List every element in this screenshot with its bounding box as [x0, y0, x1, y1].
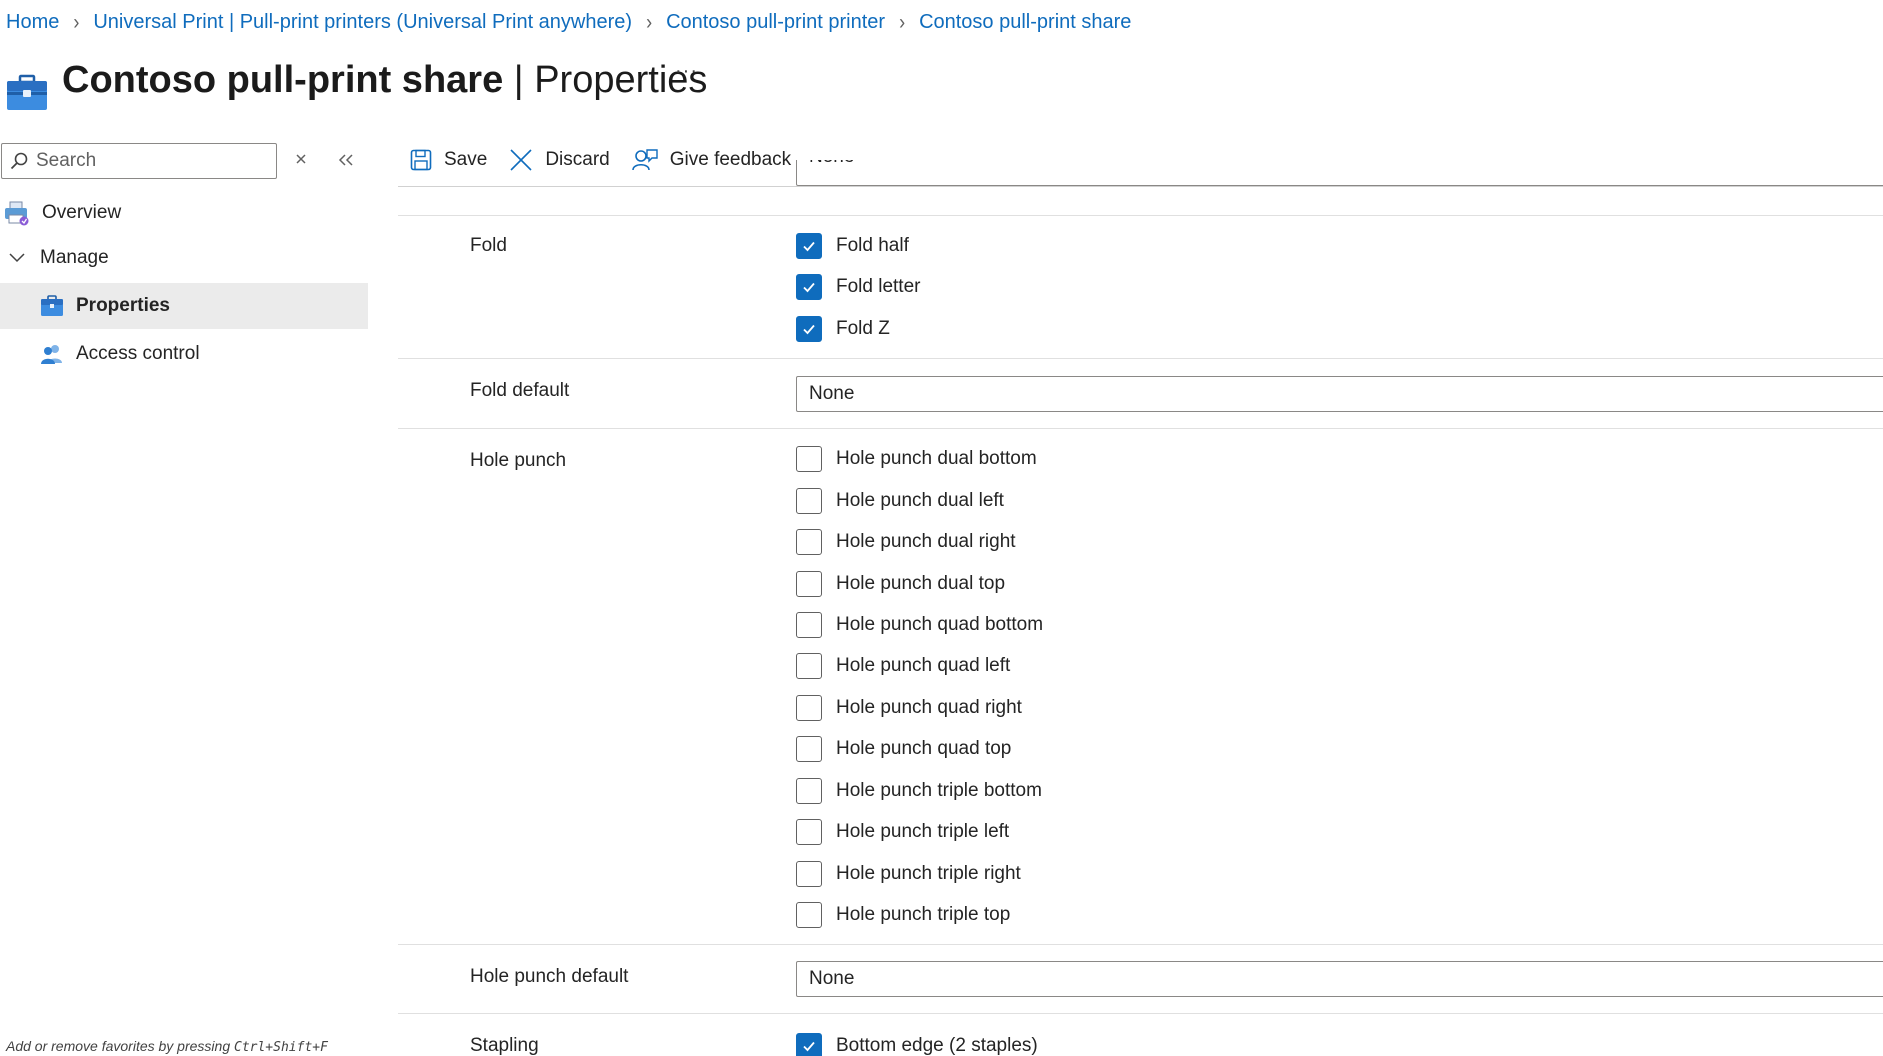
hole-punch-triple-right-checkbox[interactable]: Hole punch triple right [796, 859, 1021, 889]
checkbox-box [796, 316, 822, 342]
breadcrumb-share-link[interactable]: Contoso pull-print share [919, 11, 1131, 34]
hole-punch-quad-right-checkbox[interactable]: Hole punch quad right [796, 693, 1022, 723]
chevron-right-icon: › [73, 9, 80, 34]
checkbox-box [796, 653, 822, 679]
partial-row-label [470, 163, 590, 177]
checkbox-box [796, 778, 822, 804]
hole-punch-triple-left-checkbox[interactable]: Hole punch triple left [796, 817, 1009, 847]
stapling-bottom-edge-2-checkbox[interactable]: Bottom edge (2 staples) [796, 1031, 1038, 1056]
clear-search-button[interactable] [290, 148, 312, 170]
checkbox-box [796, 529, 822, 555]
favorites-hint: Add or remove favorites by pressing Ctrl… [6, 1038, 328, 1055]
hole-punch-triple-bottom-checkbox[interactable]: Hole punch triple bottom [796, 776, 1042, 806]
collapse-sidebar-button[interactable] [334, 148, 358, 172]
divider [398, 358, 1883, 359]
sidebar-item-properties[interactable]: Properties [0, 283, 368, 329]
checkmark-icon [803, 282, 815, 293]
page-title: Contoso pull-print share | Properties [62, 58, 708, 101]
checkmark-icon [803, 241, 815, 252]
close-icon [296, 154, 306, 164]
breadcrumb-home-link[interactable]: Home [6, 11, 59, 34]
hole-punch-quad-left-checkbox[interactable]: Hole punch quad left [796, 651, 1010, 681]
search-icon [10, 152, 28, 170]
checkbox-box [796, 446, 822, 472]
divider [398, 944, 1883, 945]
hole-punch-default-select[interactable]: None [796, 961, 1883, 997]
sidebar-item-access-control[interactable]: Access control [0, 332, 368, 376]
hole-punch-quad-bottom-checkbox[interactable]: Hole punch quad bottom [796, 610, 1043, 640]
checkbox-box [796, 902, 822, 928]
hole-punch-dual-right-checkbox[interactable]: Hole punch dual right [796, 527, 1016, 557]
double-chevron-left-icon [338, 154, 353, 166]
sidebar-group-manage[interactable]: Manage [8, 236, 368, 280]
more-options-button[interactable]: ··· [675, 60, 698, 83]
checkbox-box [796, 233, 822, 259]
checkmark-icon [803, 1041, 815, 1052]
hole-punch-dual-bottom-checkbox[interactable]: Hole punch dual bottom [796, 444, 1037, 474]
sidebar-item-label: Properties [76, 295, 170, 316]
fold-label: Fold [470, 235, 507, 256]
checkbox-box [796, 736, 822, 762]
briefcase-icon [41, 295, 63, 316]
checkbox-box [796, 1033, 822, 1056]
checkbox-box [796, 571, 822, 597]
sidebar-item-overview[interactable]: Overview [4, 191, 368, 235]
checkmark-icon [803, 324, 815, 335]
sidebar-item-label: Access control [76, 343, 200, 364]
keyboard-shortcut: Ctrl+Shift+F [234, 1040, 328, 1055]
chevron-right-icon: › [899, 9, 906, 34]
partial-select[interactable]: None [796, 160, 1883, 186]
feedback-icon [631, 149, 658, 171]
save-icon [410, 149, 432, 171]
fold-z-checkbox[interactable]: Fold Z [796, 314, 890, 344]
hole-punch-quad-top-checkbox[interactable]: Hole punch quad top [796, 734, 1011, 764]
checkbox-box [796, 488, 822, 514]
chevron-down-icon [9, 253, 25, 263]
divider [398, 215, 1883, 216]
breadcrumb-printer-link[interactable]: Contoso pull-print printer [666, 11, 885, 34]
hole-punch-default-label: Hole punch default [470, 966, 629, 987]
divider [398, 1013, 1883, 1014]
sidebar-item-label: Manage [40, 247, 109, 268]
breadcrumb: Home › Universal Print | Pull-print prin… [6, 8, 1131, 36]
fold-default-select[interactable]: None [796, 376, 1883, 412]
checkbox-box [796, 819, 822, 845]
checkbox-box [796, 274, 822, 300]
search-input[interactable] [36, 150, 256, 172]
stapling-label: Stapling [470, 1035, 539, 1056]
hole-punch-triple-top-checkbox[interactable]: Hole punch triple top [796, 900, 1010, 930]
divider [398, 428, 1883, 429]
hole-punch-label: Hole punch [470, 450, 567, 471]
sidebar-item-label: Overview [42, 202, 122, 223]
divider [398, 186, 1883, 187]
briefcase-icon [7, 74, 47, 110]
printer-icon [5, 201, 29, 226]
checkbox-box [796, 695, 822, 721]
page-header: Contoso pull-print share | Properties [6, 50, 707, 110]
checkbox-box [796, 612, 822, 638]
give-feedback-button[interactable]: Give feedback [631, 148, 791, 172]
fold-half-checkbox[interactable]: Fold half [796, 231, 909, 261]
users-icon [41, 345, 62, 364]
breadcrumb-universal-print-link[interactable]: Universal Print | Pull-print printers (U… [93, 11, 632, 34]
fold-default-label: Fold default [470, 380, 570, 401]
chevron-right-icon: › [646, 9, 653, 34]
checkbox-box [796, 861, 822, 887]
search-box [1, 143, 277, 179]
hole-punch-dual-top-checkbox[interactable]: Hole punch dual top [796, 569, 1005, 599]
fold-letter-checkbox[interactable]: Fold letter [796, 272, 920, 302]
hole-punch-dual-left-checkbox[interactable]: Hole punch dual left [796, 486, 1004, 516]
